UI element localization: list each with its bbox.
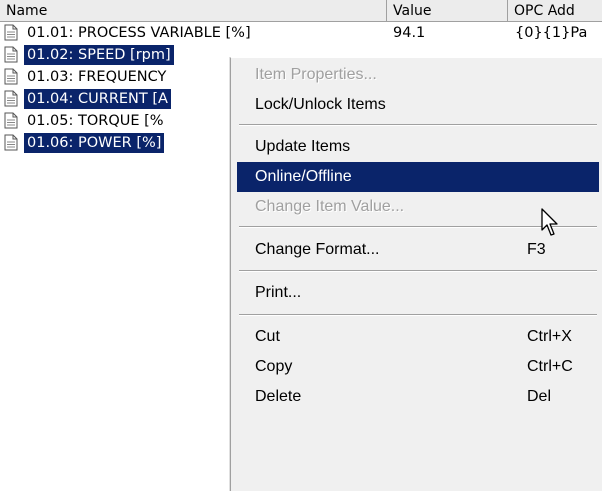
column-header-name[interactable]: Name <box>0 0 387 22</box>
menu-item-label: Delete <box>255 388 302 405</box>
mouse-pointer-icon <box>541 208 558 236</box>
menu-item-delete[interactable]: Delete Del <box>237 382 599 412</box>
menu-item-label: Change Item Value... <box>255 198 405 215</box>
column-header-value[interactable]: Value <box>387 0 508 22</box>
column-header-name-label: Name <box>6 3 48 19</box>
menu-item-label: Cut <box>255 328 280 345</box>
menu-item-lock-unlock[interactable]: Lock/Unlock Items <box>237 90 599 120</box>
menu-separator <box>239 124 597 126</box>
menu-item-properties: Item Properties... <box>237 60 599 90</box>
item-name: 01.04: CURRENT [A <box>24 89 171 109</box>
menu-item-cut[interactable]: Cut Ctrl+X <box>237 322 599 352</box>
menu-item-label: Online/Offline <box>255 168 352 185</box>
menu-item-online-offline[interactable]: Online/Offline <box>237 162 599 192</box>
document-icon <box>4 68 18 85</box>
item-name: 01.02: SPEED [rpm] <box>24 45 174 65</box>
item-name: 01.01: PROCESS VARIABLE [%] <box>27 25 251 41</box>
menu-item-shortcut: Ctrl+X <box>527 328 572 345</box>
menu-item-print[interactable]: Print... <box>237 278 599 308</box>
menu-item-change-format[interactable]: Change Format... F3 <box>237 235 599 265</box>
menu-item-label: Update Items <box>255 138 351 155</box>
document-icon <box>4 46 18 63</box>
menu-item-label: Copy <box>255 358 293 375</box>
menu-item-copy[interactable]: Copy Ctrl+C <box>237 352 599 382</box>
item-opc-address: {0}{1}Pa <box>515 25 588 41</box>
item-name: 01.06: POWER [%] <box>24 133 165 153</box>
menu-item-label: Change Format... <box>255 241 380 258</box>
menu-separator <box>239 314 597 316</box>
menu-item-shortcut: Del <box>527 388 552 405</box>
document-icon <box>4 24 18 41</box>
menu-item-shortcut: F3 <box>527 241 546 258</box>
menu-item-label: Print... <box>255 284 302 301</box>
menu-separator <box>239 270 597 272</box>
item-name: 01.03: FREQUENCY <box>27 69 167 85</box>
document-icon <box>4 90 18 107</box>
column-header-value-label: Value <box>393 3 432 19</box>
menu-item-update-items[interactable]: Update Items <box>237 132 599 162</box>
column-header-bar: Name Value OPC Add <box>0 0 602 22</box>
list-item[interactable]: 01.01: PROCESS VARIABLE [%] 94.1 {0}{1}P… <box>0 22 602 44</box>
document-icon <box>4 134 18 151</box>
menu-item-label: Lock/Unlock Items <box>255 96 386 113</box>
document-icon <box>4 112 18 129</box>
item-value: 94.1 <box>393 25 426 41</box>
menu-item-label: Item Properties... <box>255 66 377 83</box>
column-header-opc-address[interactable]: OPC Add <box>508 0 602 22</box>
item-list-window: Name Value OPC Add 01.01: PROCESS VARIAB… <box>0 0 602 491</box>
menu-item-shortcut: Ctrl+C <box>527 358 573 375</box>
item-name: 01.05: TORQUE [% <box>27 113 164 129</box>
column-header-opc-label: OPC Add <box>514 3 575 19</box>
context-menu: Item Properties... Lock/Unlock Items Upd… <box>230 57 602 491</box>
